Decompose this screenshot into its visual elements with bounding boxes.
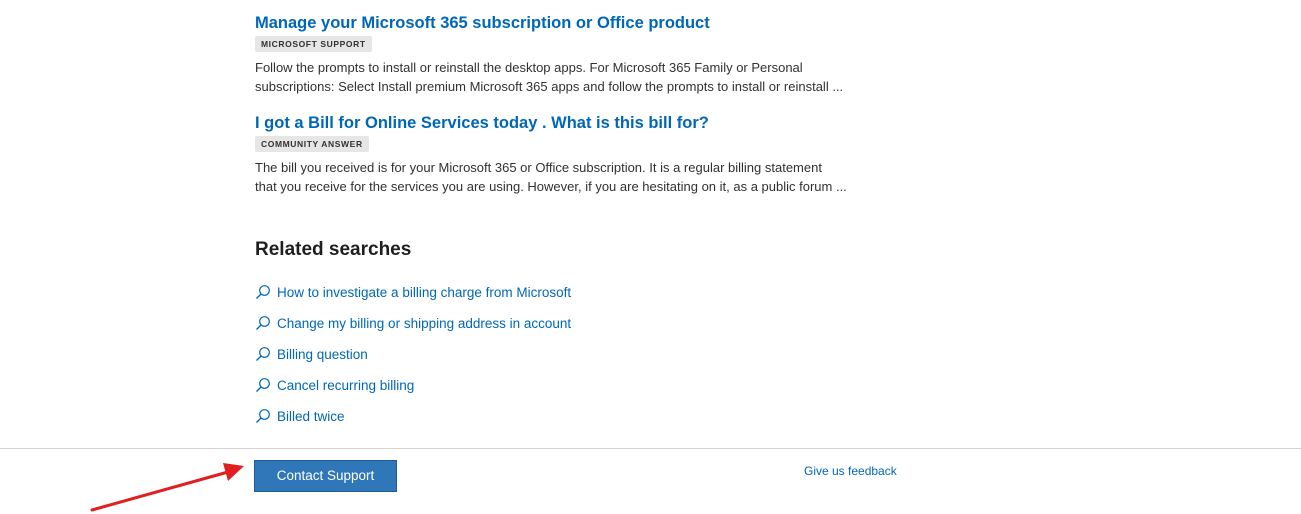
snippet-line: that you receive for the services you ar… (255, 179, 847, 194)
search-icon (256, 316, 270, 330)
related-search-link[interactable]: Cancel recurring billing (277, 376, 414, 396)
snippet-line: The bill you received is for your Micros… (255, 160, 822, 175)
related-search-item[interactable]: Change my billing or shipping address in… (255, 314, 571, 345)
related-search-link[interactable]: Billing question (277, 345, 368, 365)
result-title-link[interactable]: I got a Bill for Online Services today .… (255, 113, 905, 133)
search-icon (256, 378, 270, 392)
source-badge: COMMUNITY ANSWER (255, 136, 369, 152)
related-search-link[interactable]: Billed twice (277, 407, 345, 427)
related-search-item[interactable]: Cancel recurring billing (255, 376, 571, 407)
related-search-item[interactable]: Billed twice (255, 407, 571, 438)
related-searches-list: How to investigate a billing charge from… (255, 283, 571, 438)
related-search-item[interactable]: Billing question (255, 345, 571, 376)
result-snippet: The bill you received is for your Micros… (255, 158, 905, 196)
related-searches-heading: Related searches (255, 239, 412, 260)
search-icon (256, 409, 270, 423)
source-badge: MICROSOFT SUPPORT (255, 36, 372, 52)
give-feedback-link[interactable]: Give us feedback (804, 463, 897, 479)
snippet-line: subscriptions: Select Install premium Mi… (255, 79, 844, 94)
result-item: I got a Bill for Online Services today .… (255, 113, 905, 196)
contact-support-button[interactable]: Contact Support (254, 460, 397, 492)
related-search-link[interactable]: Change my billing or shipping address in… (277, 314, 571, 334)
result-title-link[interactable]: Manage your Microsoft 365 subscription o… (255, 13, 905, 33)
related-search-link[interactable]: How to investigate a billing charge from… (277, 283, 571, 303)
footer-divider (0, 448, 1301, 449)
search-icon (256, 347, 270, 361)
result-snippet: Follow the prompts to install or reinsta… (255, 58, 905, 96)
result-item: Manage your Microsoft 365 subscription o… (255, 13, 905, 96)
search-icon (256, 285, 270, 299)
related-search-item[interactable]: How to investigate a billing charge from… (255, 283, 571, 314)
snippet-line: Follow the prompts to install or reinsta… (255, 60, 803, 75)
